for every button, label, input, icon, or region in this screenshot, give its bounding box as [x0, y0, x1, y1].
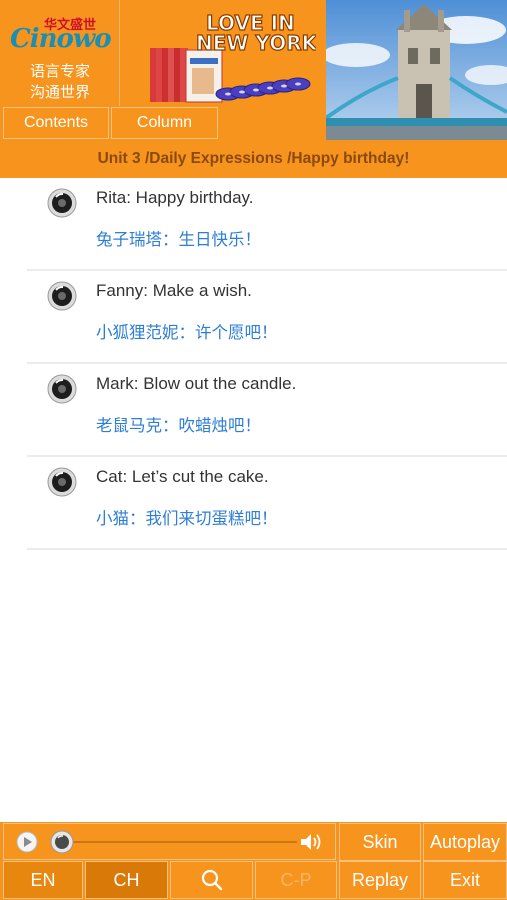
dialogue-english: Rita: Happy birthday.: [96, 188, 254, 207]
dialogue-english: Fanny: Make a wish.: [96, 281, 252, 300]
dialogue-chinese: 小狐狸范妮：许个愿吧！: [96, 323, 278, 342]
logo-wordmark: Cinowo: [10, 24, 112, 54]
speaker-icon[interactable]: [47, 467, 77, 497]
compare-button[interactable]: C-P: [255, 861, 337, 899]
contents-button[interactable]: Contents: [3, 107, 109, 139]
book-title-line2: NEW YORK: [196, 31, 316, 55]
dialogue-entry: Fanny: Make a wish. 小狐狸范妮：许个愿吧！: [27, 271, 507, 364]
seek-thumb[interactable]: [50, 830, 74, 854]
speaker-icon[interactable]: [47, 281, 77, 311]
unit-title: Unit 3 /Daily Expressions /Happy birthda…: [97, 150, 410, 167]
dialogue-entry: Mark: Blow out the candle. 老鼠马克：吹蜡烛吧！: [27, 364, 507, 457]
dialogue-entry: Cat: Let’s cut the cake. 小猫：我们来切蛋糕吧！: [27, 457, 507, 550]
search-icon: [201, 869, 222, 891]
search-button[interactable]: [170, 861, 253, 899]
dialogue-entry: Rita: Happy birthday. 兔子瑞塔：生日快乐！: [27, 178, 507, 271]
autoplay-button[interactable]: Autoplay: [423, 823, 507, 861]
logo-slogan-line1: 语言专家: [29, 62, 90, 80]
player-bar: [3, 823, 336, 860]
english-toggle-button[interactable]: EN: [3, 861, 83, 899]
dialogue-english: Cat: Let’s cut the cake.: [96, 467, 269, 486]
skin-button[interactable]: Skin: [339, 823, 421, 861]
seek-track[interactable]: [62, 841, 297, 843]
dialogue-chinese: 兔子瑞塔：生日快乐！: [96, 230, 261, 249]
chinese-toggle-button[interactable]: CH: [85, 861, 168, 899]
playback-controls: Skin Autoplay EN CH C-P Replay Exit: [0, 822, 507, 900]
dialogue-english: Mark: Blow out the candle.: [96, 374, 297, 393]
app-header: 华文盛世 Cinowo 语言专家 沟通世界 LOVE IN NEW YORK C…: [0, 0, 507, 178]
book-cover-art: LOVE IN NEW YORK: [150, 10, 316, 103]
column-button[interactable]: Column: [111, 107, 218, 139]
speaker-icon[interactable]: [47, 188, 77, 218]
tower-bridge-photo: [326, 0, 507, 140]
brand-logo: 华文盛世 Cinowo 语言专家 沟通世界: [0, 0, 120, 106]
exit-button[interactable]: Exit: [423, 861, 507, 899]
play-icon[interactable]: [16, 831, 38, 853]
volume-icon[interactable]: [299, 831, 325, 853]
speaker-icon[interactable]: [47, 374, 77, 404]
logo-slogan-line2: 沟通世界: [29, 83, 90, 101]
dialogue-chinese: 小猫：我们来切蛋糕吧！: [96, 509, 278, 528]
dialogue-chinese: 老鼠马克：吹蜡烛吧！: [96, 416, 261, 435]
replay-button[interactable]: Replay: [339, 861, 421, 899]
